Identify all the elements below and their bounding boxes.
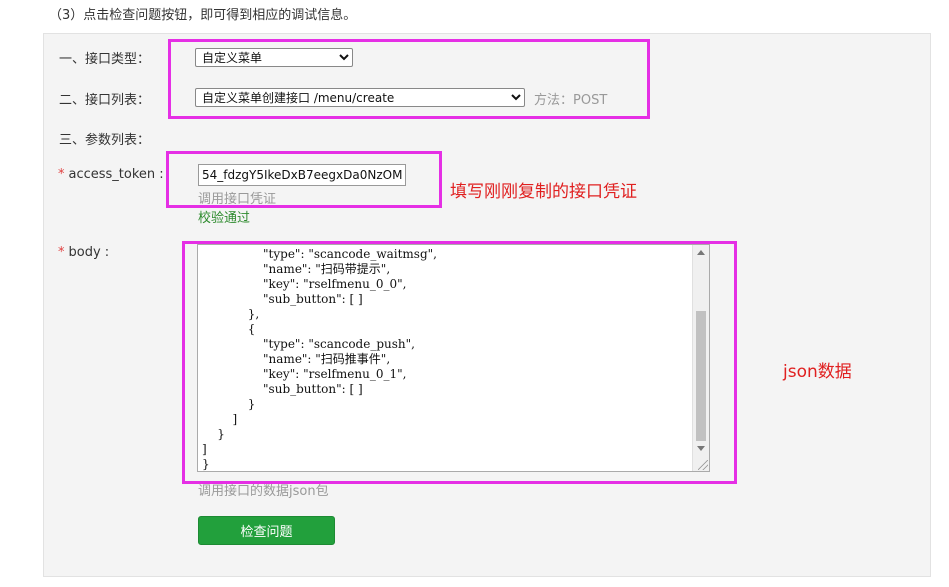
access-token-label-text: access_token : bbox=[68, 167, 164, 182]
highlight-body-box bbox=[182, 241, 737, 484]
interface-list-label: 二、接口列表： bbox=[59, 93, 151, 108]
required-mark: * bbox=[58, 245, 65, 260]
params-label: 三、参数列表： bbox=[59, 133, 151, 148]
token-valid-status: 校验通过 bbox=[198, 211, 251, 226]
body-label: * body : bbox=[58, 245, 109, 260]
highlight-token-box bbox=[166, 151, 442, 208]
access-token-label: * access_token : bbox=[58, 167, 164, 182]
required-mark: * bbox=[58, 167, 65, 182]
interface-type-label: 一、接口类型： bbox=[59, 52, 151, 67]
highlight-interface-box bbox=[168, 39, 650, 119]
body-label-text: body : bbox=[68, 245, 110, 260]
token-annotation: 填写刚刚复制的接口凭证 bbox=[450, 182, 637, 202]
json-annotation: json数据 bbox=[783, 362, 852, 382]
instruction-text: （3）点击检查问题按钮，即可得到相应的调试信息。 bbox=[49, 8, 357, 23]
check-problem-button[interactable]: 检查问题 bbox=[198, 516, 335, 545]
